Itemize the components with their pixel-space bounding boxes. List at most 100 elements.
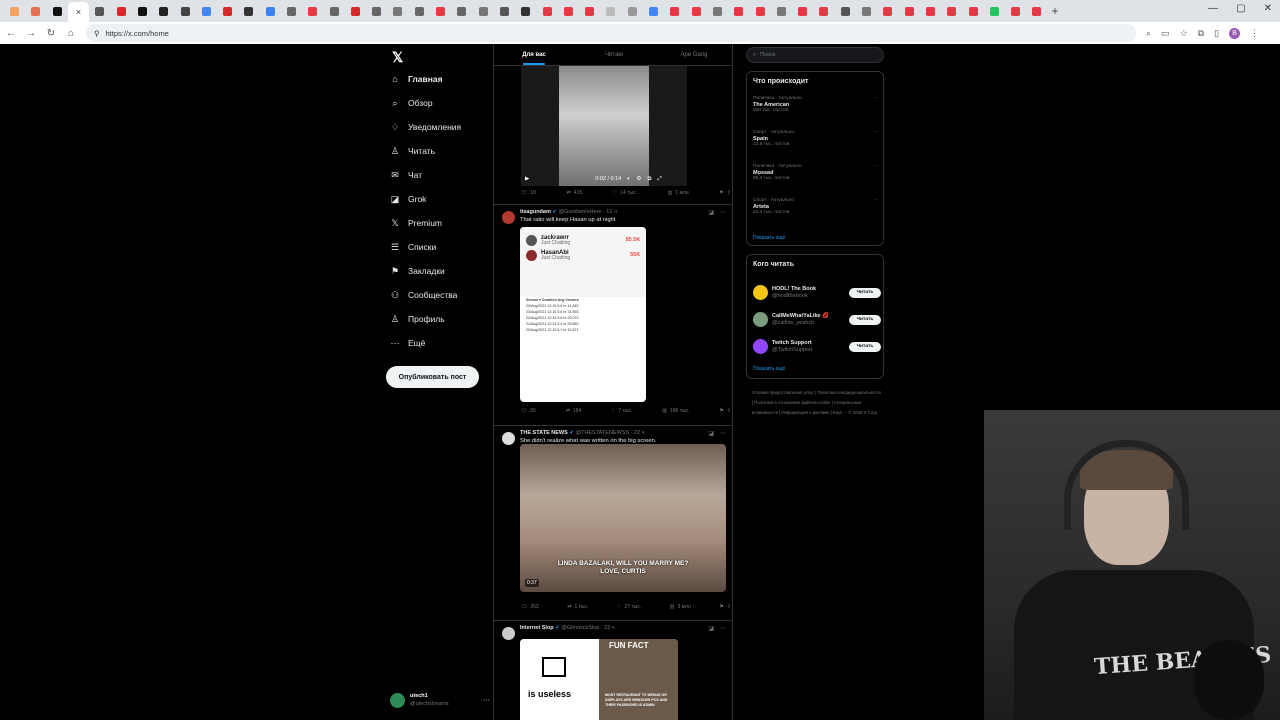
- fullscreen-icon[interactable]: ⤢: [657, 176, 661, 183]
- browser-tab[interactable]: [898, 3, 919, 19]
- back-icon[interactable]: ←: [6, 28, 16, 39]
- grok-icon[interactable]: ◪: [708, 209, 714, 216]
- share-icon[interactable]: ⇪: [727, 408, 731, 414]
- views-action[interactable]: ▥ 186 тыс.: [662, 408, 689, 414]
- browser-tab[interactable]: [473, 3, 494, 19]
- browser-tab[interactable]: [749, 3, 770, 19]
- zoom-icon[interactable]: ⌕: [1146, 28, 1151, 39]
- bookmark-icon[interactable]: ⚑: [719, 190, 723, 196]
- show-more-link[interactable]: Показать ещё: [753, 235, 785, 241]
- sidebar-item-communities[interactable]: ⚇ Сообщества: [390, 290, 457, 301]
- browser-tab[interactable]: [728, 3, 749, 19]
- more-icon[interactable]: ⋯: [874, 198, 879, 204]
- trend-item[interactable]: Политика · Актуально Mossad 86,4 тыс. пост…: [753, 164, 881, 182]
- maximize-icon[interactable]: ▢: [1236, 3, 1245, 14]
- tab-ape-gang[interactable]: Ape Gang: [654, 44, 732, 65]
- tab-following[interactable]: Читаю: [574, 44, 654, 65]
- trend-item[interactable]: Спорт · Актуально Arteta 24,4 тыс. постов ⋯: [753, 198, 881, 216]
- grok-icon[interactable]: ◪: [708, 625, 714, 632]
- video-player[interactable]: ▶ 0:02 / 0:14 🔈︎ ⚙ ⧉ ⤢: [521, 66, 687, 186]
- trend-item[interactable]: Политика · Актуально The American 600 тыс.…: [753, 96, 881, 114]
- close-tab-icon[interactable]: ×: [76, 7, 81, 17]
- settings-icon[interactable]: ⚙: [637, 176, 642, 182]
- browser-tab-active[interactable]: ×: [67, 2, 90, 22]
- reply-action[interactable]: 💬︎ 263: [521, 604, 539, 610]
- sidebar-item-more[interactable]: ⋯ Ещё: [390, 338, 426, 349]
- new-tab-button[interactable]: +: [1052, 4, 1059, 18]
- follow-suggestion[interactable]: Twitch Support @TwitchSupport Читать: [753, 339, 881, 354]
- menu-icon[interactable]: ⋮: [1250, 28, 1259, 39]
- sidebar-item-bookmarks[interactable]: ⚑ Закладки: [390, 266, 445, 277]
- show-more-link[interactable]: Показать ещё: [753, 366, 785, 372]
- browser-tab[interactable]: [4, 3, 25, 19]
- more-icon[interactable]: ···: [483, 697, 490, 704]
- repost-action[interactable]: ⇄ 1 тыс.: [567, 604, 588, 610]
- browser-tab[interactable]: [686, 3, 707, 19]
- more-icon[interactable]: ⋯: [720, 430, 726, 437]
- browser-tab[interactable]: [962, 3, 983, 19]
- share-icon[interactable]: ⇪: [727, 190, 731, 196]
- reply-action[interactable]: 💬︎ 55: [521, 408, 536, 414]
- video-player[interactable]: LINDA BAZALAKI, WILL YOU MARRY ME? LOVE,…: [520, 444, 726, 592]
- browser-tab[interactable]: [110, 3, 131, 19]
- follow-button[interactable]: Читать: [849, 287, 881, 298]
- trend-item[interactable]: Спорт · Актуально Spain 22,9 тыс. постов ⋯: [753, 130, 881, 148]
- browser-tab[interactable]: [25, 3, 46, 19]
- browser-tab[interactable]: [643, 3, 664, 19]
- sidebar-item-premium[interactable]: 𝕏 Premium: [390, 218, 442, 229]
- browser-tab[interactable]: [600, 3, 621, 19]
- views-action[interactable]: ▥ 1 млн: [668, 190, 689, 196]
- like-action[interactable]: ♡ 14 тыс.: [613, 190, 637, 196]
- post-itsagundam[interactable]: itsagundam ✔ @GundamIsHere · 12 ч ◪ ⋯ Th…: [494, 204, 732, 424]
- home-icon[interactable]: ⌂: [66, 28, 76, 39]
- follow-suggestion[interactable]: CallMeWhatYaLike 💋 @callme_yeahch Читать: [753, 312, 881, 327]
- browser-tab[interactable]: [345, 3, 366, 19]
- url-field[interactable]: ⚲ https://x.com/home: [86, 24, 1136, 42]
- browser-tab[interactable]: [366, 3, 387, 19]
- pip-icon[interactable]: ⧉: [647, 176, 651, 183]
- sidebar-item-explore[interactable]: ⌕ Обзор: [390, 98, 432, 109]
- browser-tab[interactable]: [515, 3, 536, 19]
- more-icon[interactable]: ⋯: [720, 625, 726, 632]
- follow-suggestion[interactable]: HODL! The Book @hodlthebook Читать: [753, 285, 881, 300]
- browser-tab[interactable]: [302, 3, 323, 19]
- browser-tab[interactable]: [174, 3, 195, 19]
- browser-tab[interactable]: [920, 3, 941, 19]
- x-logo-icon[interactable]: 𝕏: [392, 49, 403, 66]
- browser-tab[interactable]: [558, 3, 579, 19]
- more-icon[interactable]: ⋯: [720, 209, 726, 216]
- browser-tab[interactable]: [238, 3, 259, 19]
- bookmark-star-icon[interactable]: ☆: [1180, 28, 1188, 39]
- browser-tab[interactable]: [494, 3, 515, 19]
- browser-tab[interactable]: [664, 3, 685, 19]
- browser-tab[interactable]: [984, 3, 1005, 19]
- browser-tab[interactable]: [1026, 3, 1047, 19]
- views-action[interactable]: ▥ 3 млн: [670, 604, 691, 610]
- sidebar-item-notifications[interactable]: ♢ Уведомления: [390, 122, 461, 133]
- browser-tab[interactable]: [281, 3, 302, 19]
- browser-tab[interactable]: [132, 3, 153, 19]
- post-image[interactable]: is useless FUN FACT MOST RESTAURANT TV M…: [520, 639, 678, 720]
- browser-tab[interactable]: [196, 3, 217, 19]
- browser-tab[interactable]: [856, 3, 877, 19]
- browser-tab[interactable]: [813, 3, 834, 19]
- more-icon[interactable]: ⋯: [874, 130, 879, 136]
- repost-action[interactable]: ⇄ 184: [566, 408, 582, 414]
- cast-icon[interactable]: ▭: [1161, 28, 1170, 39]
- sidebar-item-grok[interactable]: ◪ Grok: [390, 194, 427, 205]
- sidebar-item-lists[interactable]: ☰ Списки: [390, 242, 436, 253]
- more-icon[interactable]: ⋯: [874, 164, 879, 170]
- profile-avatar[interactable]: B: [1229, 27, 1241, 39]
- post-internet-slop[interactable]: Internet Slop ✔ @GimmickSlop · 22 ч ◪ ⋯ …: [494, 620, 732, 720]
- browser-tab[interactable]: [153, 3, 174, 19]
- browser-tab[interactable]: [877, 3, 898, 19]
- follow-button[interactable]: Читать: [849, 314, 881, 325]
- sidebar-item-chat[interactable]: ✉ Чат: [390, 170, 422, 181]
- browser-tab[interactable]: [451, 3, 472, 19]
- play-icon[interactable]: ▶: [525, 176, 529, 182]
- minimize-icon[interactable]: —: [1208, 3, 1218, 14]
- more-icon[interactable]: ⋯: [874, 96, 879, 102]
- like-action[interactable]: ♡ 7 тыс.: [611, 408, 632, 414]
- follow-button[interactable]: Читать: [849, 341, 881, 352]
- account-switcher[interactable]: utech1 @utechstreams ···: [390, 692, 490, 708]
